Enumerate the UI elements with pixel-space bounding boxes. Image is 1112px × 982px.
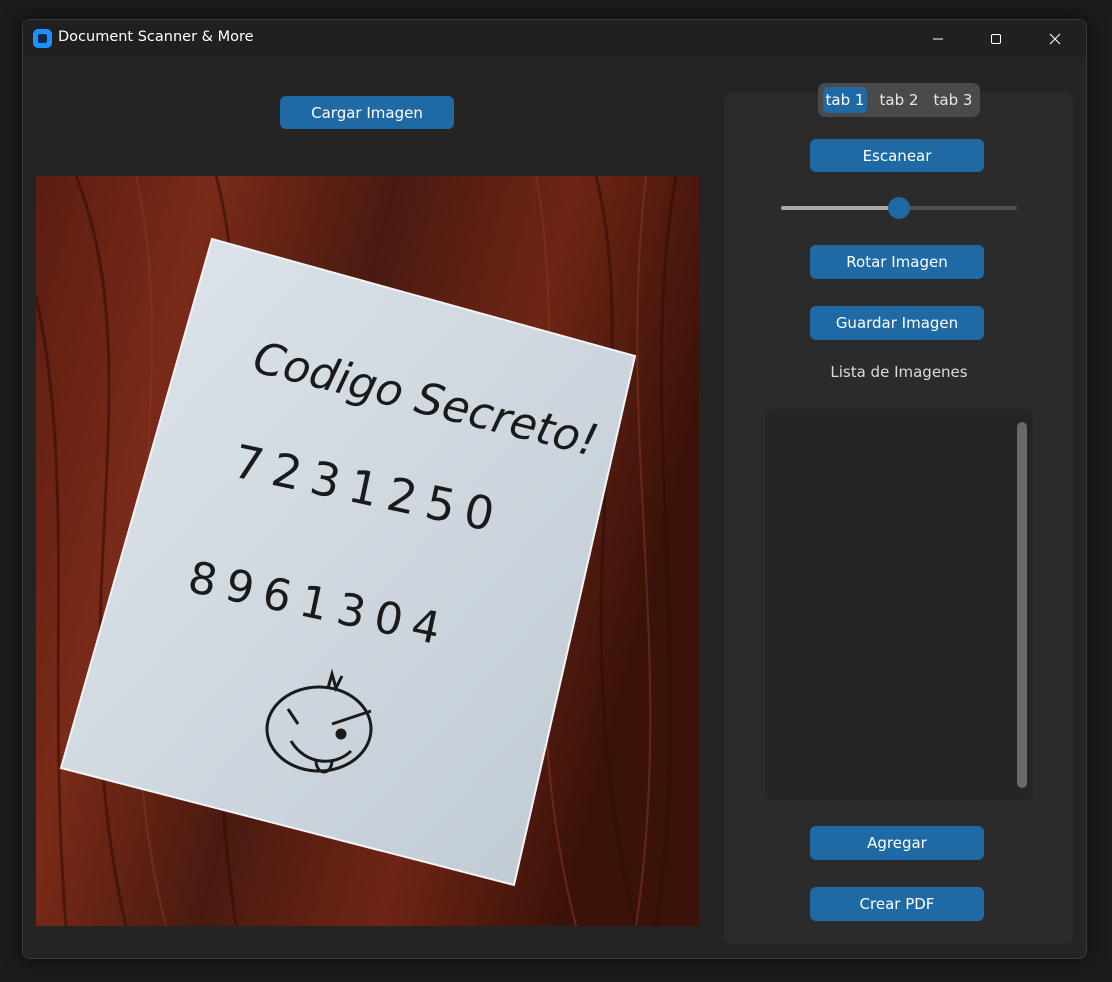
close-button[interactable]: [1026, 20, 1084, 57]
threshold-slider[interactable]: [781, 197, 1017, 219]
tab-selector: tab 1 tab 2 tab 3: [818, 83, 980, 117]
slider-fill: [781, 206, 899, 210]
tab-1[interactable]: tab 1: [823, 87, 867, 113]
create-pdf-button[interactable]: Crear PDF: [810, 887, 984, 921]
close-icon: [1049, 33, 1061, 44]
image-list-label: Lista de Imagenes: [830, 363, 968, 381]
list-scrollbar[interactable]: [1017, 422, 1027, 788]
window-title: Document Scanner & More: [58, 29, 254, 45]
document-photo: Codigo Secreto! 7231250 8961304: [36, 176, 699, 926]
scan-button[interactable]: Escanear: [810, 139, 984, 172]
tab-3[interactable]: tab 3: [929, 87, 977, 113]
maximize-icon: [991, 33, 1001, 44]
maximize-button[interactable]: [967, 20, 1025, 57]
add-button[interactable]: Agregar: [810, 826, 984, 860]
image-list[interactable]: [765, 409, 1033, 800]
minimize-button[interactable]: [909, 20, 967, 57]
minimize-icon: [933, 38, 943, 39]
tab-2[interactable]: tab 2: [875, 87, 923, 113]
title-bar[interactable]: Document Scanner & More: [23, 20, 1086, 57]
app-window: Document Scanner & More Cargar Imagen Co…: [22, 19, 1087, 959]
slider-knob[interactable]: [888, 197, 910, 219]
app-icon: [33, 29, 52, 48]
rotate-image-button[interactable]: Rotar Imagen: [810, 245, 984, 279]
image-preview: Codigo Secreto! 7231250 8961304: [36, 176, 699, 926]
save-image-button[interactable]: Guardar Imagen: [810, 306, 984, 340]
load-image-button[interactable]: Cargar Imagen: [280, 96, 454, 129]
